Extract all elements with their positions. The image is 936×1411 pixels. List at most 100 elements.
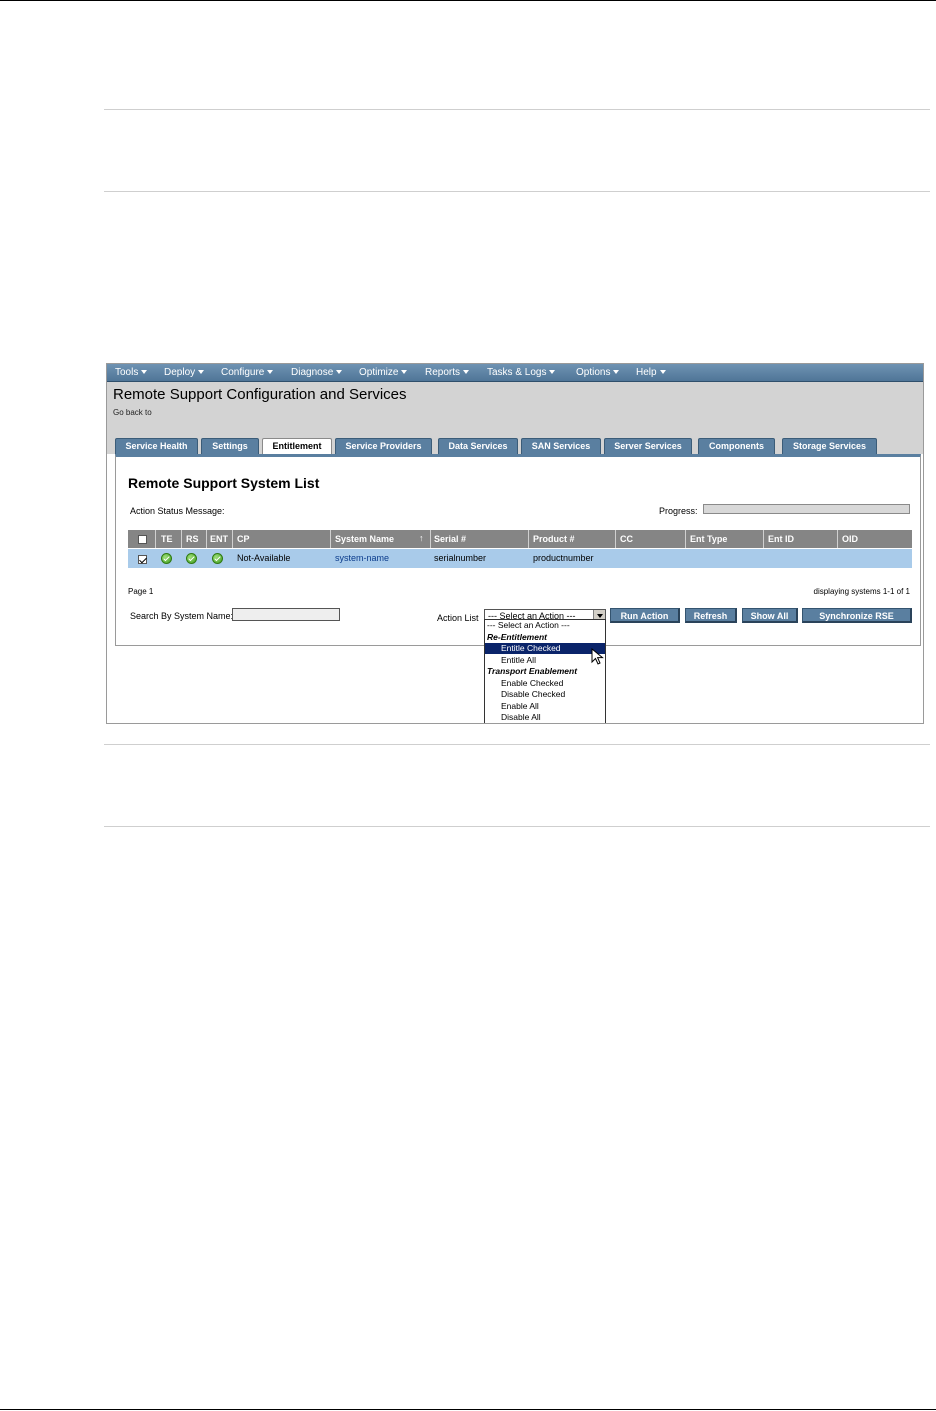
option-entitle-all[interactable]: Entitle All <box>485 655 605 666</box>
cell-serial: serialnumber <box>434 553 487 563</box>
column-divider <box>837 530 838 548</box>
tab-service-providers[interactable]: Service Providers <box>335 438 432 454</box>
menu-label: Options <box>576 367 611 378</box>
col-serial[interactable]: Serial # <box>434 534 466 544</box>
option-disable-all[interactable]: Disable All <box>485 712 605 723</box>
column-divider <box>206 530 207 548</box>
column-divider <box>430 530 431 548</box>
tab-settings[interactable]: Settings <box>201 438 259 454</box>
chevron-down-icon <box>267 370 274 374</box>
chevron-down-icon <box>198 370 205 374</box>
menu-options[interactable]: Options <box>576 367 620 378</box>
column-divider <box>330 530 331 548</box>
tab-components[interactable]: Components <box>698 438 775 454</box>
page-top-rule <box>0 0 936 1</box>
col-te[interactable]: TE <box>161 534 173 544</box>
menu-optimize[interactable]: Optimize <box>359 367 408 378</box>
table-row[interactable]: Not-Available system-name serialnumber p… <box>128 549 912 568</box>
divider-1 <box>104 109 930 110</box>
option-enable-all[interactable]: Enable All <box>485 701 605 712</box>
chevron-down-icon <box>141 370 148 374</box>
menu-label: Tools <box>115 367 139 378</box>
col-cc[interactable]: CC <box>620 534 633 544</box>
synchronize-rse-button[interactable]: Synchronize RSE <box>802 608 912 623</box>
tab-bar: Service Health Settings Entitlement Serv… <box>107 424 923 455</box>
option-enable-checked[interactable]: Enable Checked <box>485 678 605 689</box>
column-divider <box>181 530 182 548</box>
menu-help[interactable]: Help <box>636 367 666 378</box>
menu-bar: Tools Deploy Configure Diagnose Optimize… <box>107 364 923 382</box>
column-divider <box>528 530 529 548</box>
menu-label: Tasks & Logs <box>487 367 547 378</box>
divider-3 <box>104 744 930 745</box>
col-ent-id[interactable]: Ent ID <box>768 534 794 544</box>
column-divider <box>155 530 156 548</box>
tab-storage-services[interactable]: Storage Services <box>782 438 877 454</box>
displaying-count: displaying systems 1-1 of 1 <box>813 587 911 596</box>
menu-label: Configure <box>221 367 265 378</box>
tab-data-services[interactable]: Data Services <box>438 438 518 454</box>
action-list-dropdown: --- Select an Action --- Re-Entitlement … <box>484 619 606 723</box>
refresh-button[interactable]: Refresh <box>685 608 737 623</box>
search-label: Search By System Name: <box>130 611 234 621</box>
menu-label: Diagnose <box>291 367 334 378</box>
menu-label: Help <box>636 367 657 378</box>
option-select-action[interactable]: --- Select an Action --- <box>485 620 605 631</box>
menu-deploy[interactable]: Deploy <box>164 367 205 378</box>
optgroup-re-entitlement: Re-Entitlement <box>487 631 547 642</box>
divider-4 <box>104 826 930 827</box>
select-all-checkbox[interactable] <box>138 535 147 544</box>
menu-configure[interactable]: Configure <box>221 367 274 378</box>
cell-cp: Not-Available <box>237 553 291 563</box>
go-back-link[interactable]: Go back to <box>113 408 152 417</box>
divider-2 <box>104 191 930 192</box>
progress-bar <box>703 504 910 514</box>
progress-label: Progress: <box>659 506 698 516</box>
screenshot-window: Tools Deploy Configure Diagnose Optimize… <box>106 363 924 724</box>
page-bottom-rule <box>0 1409 936 1410</box>
menu-diagnose[interactable]: Diagnose <box>291 367 343 378</box>
chevron-down-icon <box>401 370 408 374</box>
col-rs[interactable]: RS <box>186 534 199 544</box>
mouse-pointer-icon <box>591 648 604 665</box>
action-list-label: Action List <box>437 613 479 623</box>
system-list-panel: Remote Support System List Action Status… <box>115 454 921 646</box>
col-product[interactable]: Product # <box>533 534 575 544</box>
show-all-button[interactable]: Show All <box>742 608 798 623</box>
page-header: Remote Support Configuration and Service… <box>107 382 923 424</box>
list-title: Remote Support System List <box>128 475 320 491</box>
row-checkbox[interactable] <box>138 555 147 564</box>
tab-entitlement[interactable]: Entitlement <box>262 438 332 455</box>
tab-server-services[interactable]: Server Services <box>604 438 692 454</box>
search-system-name-input[interactable] <box>232 608 340 621</box>
col-oid[interactable]: OID <box>842 534 858 544</box>
chevron-down-icon <box>463 370 470 374</box>
tab-service-health[interactable]: Service Health <box>115 438 198 454</box>
page-indicator: Page 1 <box>128 587 154 596</box>
ent-status-ok-icon <box>212 553 223 564</box>
menu-label: Optimize <box>359 367 399 378</box>
column-divider <box>232 530 233 548</box>
column-divider <box>615 530 616 548</box>
action-status-label: Action Status Message: <box>130 506 225 516</box>
column-divider <box>685 530 686 548</box>
menu-tools[interactable]: Tools <box>115 367 148 378</box>
col-ent-type[interactable]: Ent Type <box>690 534 727 544</box>
menu-label: Deploy <box>164 367 196 378</box>
optgroup-transport-enablement: Transport Enablement <box>487 666 578 676</box>
tab-san-services[interactable]: SAN Services <box>521 438 601 454</box>
col-system-name[interactable]: System Name <box>335 534 394 544</box>
menu-label: Reports <box>425 367 461 378</box>
chevron-down-icon <box>659 370 666 374</box>
run-action-button[interactable]: Run Action <box>610 608 680 623</box>
menu-reports[interactable]: Reports <box>425 367 470 378</box>
col-ent[interactable]: ENT <box>210 534 228 544</box>
option-entitle-checked[interactable]: Entitle Checked <box>485 643 605 654</box>
chevron-down-icon <box>336 370 343 374</box>
menu-tasks-logs[interactable]: Tasks & Logs <box>487 367 556 378</box>
rs-status-ok-icon <box>186 553 197 564</box>
col-cp[interactable]: CP <box>237 534 250 544</box>
option-disable-checked[interactable]: Disable Checked <box>485 689 605 700</box>
sort-up-icon[interactable]: ↑ <box>419 533 424 543</box>
cell-system-name-link[interactable]: system-name <box>335 553 389 563</box>
